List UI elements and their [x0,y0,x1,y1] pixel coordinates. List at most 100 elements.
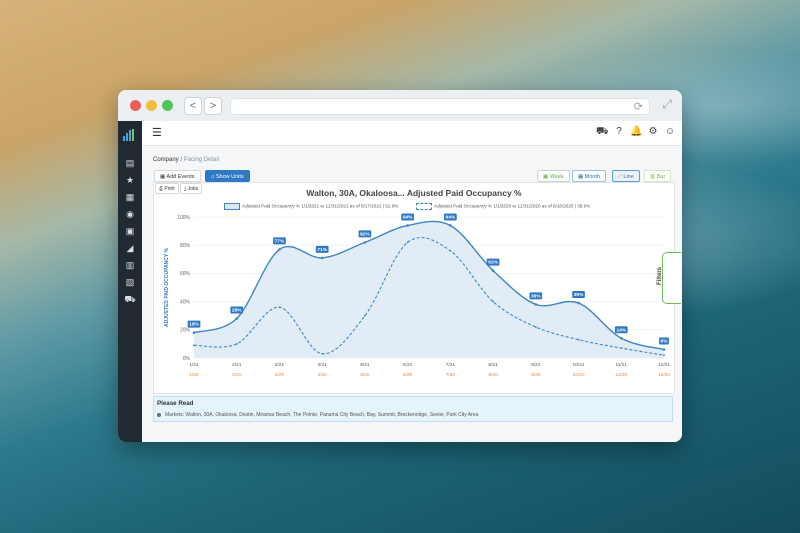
filters-tab[interactable]: Filters [657,252,681,304]
breadcrumb: Company / Pacing Detail [153,157,219,163]
data-point-2021[interactable] [449,224,452,227]
data-label: 6% [661,339,669,345]
url-bar[interactable]: ⟳ [230,98,650,115]
data-point-2021[interactable] [406,224,409,227]
x-tick-label-secondary: 8/20 [488,372,498,378]
data-label: 18% [189,322,199,328]
x-tick-label: 1/21 [189,362,199,368]
data-label: 62% [488,260,498,266]
y-tick-label: 60% [180,271,191,277]
data-point-2021[interactable] [534,303,538,306]
data-point-2021[interactable] [278,248,281,251]
gear-icon[interactable]: ⚙ [647,126,659,137]
user-icon[interactable]: ☺ [664,126,676,137]
bar-chart-button[interactable]: ▥ Bar [644,170,672,182]
data-point-2021[interactable] [577,301,580,305]
reports-icon[interactable]: ▦ [124,191,136,203]
table-icon[interactable]: ▧ [124,276,136,288]
x-tick-label-secondary: 10/20 [573,372,585,378]
chart-panel: ⎙ Print ⤓ Jobs Walton, 30A, Okaloosa... … [153,182,675,394]
data-point-2020[interactable] [235,343,238,345]
back-button[interactable]: < [184,97,202,115]
please-read-title: Please Read [157,400,194,407]
data-point-2021[interactable] [619,336,623,340]
expand-icon[interactable]: ⤢ [662,97,672,112]
data-label: 77% [275,238,285,244]
x-tick-label-secondary: 3/20 [275,372,285,378]
cart-icon[interactable]: ⛟ [124,293,136,305]
close-window-button[interactable] [130,100,141,111]
y-tick-label: 80% [180,243,191,249]
data-point-2020[interactable] [364,314,366,317]
x-tick-label: 4/21 [318,362,328,368]
data-point-2020[interactable] [620,347,623,350]
breadcrumb-company[interactable]: Company [153,157,179,163]
data-point-2021[interactable] [192,331,196,334]
maximize-window-button[interactable] [162,100,173,111]
data-point-2020[interactable] [663,354,665,357]
image-icon[interactable]: ▥ [124,259,136,271]
data-point-2021[interactable] [491,269,495,272]
breadcrumb-current: Pacing Detail [183,157,220,163]
reload-icon[interactable]: ⟳ [634,100,643,113]
sidebar: ▤ ★ ▦ ◉ ▣ ◢ ▥ ▧ ⛟ [118,121,142,442]
x-tick-label: 9/21 [531,362,541,368]
x-tick-label-secondary: 2/20 [232,372,242,378]
minimize-window-button[interactable] [146,100,157,111]
data-point-2020[interactable] [449,249,452,252]
dashboard-icon[interactable]: ▤ [124,157,136,169]
data-label: 39% [574,292,584,298]
y-tick-label: 100% [177,215,190,221]
line-label: Line [623,174,634,180]
calendar-icon[interactable]: ▣ [124,225,136,237]
data-point-2020[interactable] [492,300,494,303]
x-tick-label: 2/21 [232,362,242,368]
megaphone-icon[interactable]: ◢ [124,242,136,254]
x-tick-label: 11/21 [615,362,627,368]
cart-icon[interactable]: ⛟ [596,126,609,139]
occupancy-chart: 0% 20% 40% 60% 80% 100% 18% 28% 77% 71% 82% 94% 94%… [164,213,670,378]
bullet-icon [157,412,161,417]
data-point-2020[interactable] [406,241,409,244]
x-tick-label: 10/21 [573,362,585,368]
week-button[interactable]: ▦ Week [537,170,570,182]
bar-label: Bar [656,174,666,180]
eye-icon[interactable]: ◉ [124,208,136,220]
data-point-2020[interactable] [534,326,537,328]
data-point-2021[interactable] [662,348,666,351]
data-point-2021[interactable] [235,317,239,320]
calendar-icon: ▦ [578,174,585,180]
line-chart-button[interactable]: ⟋ Line [612,170,640,182]
show-units-button[interactable]: ⌂ Show Units [205,170,250,182]
data-point-2020[interactable] [577,338,580,341]
markets-list: Markets: Walton, 30A, Okaloosa, Destin, … [157,412,478,418]
data-point-2021[interactable] [363,241,367,244]
x-tick-label: 6/21 [403,362,413,368]
x-tick-label: 5/21 [360,362,370,368]
data-point-2020[interactable] [278,306,281,309]
x-tick-label-secondary: 4/20 [318,372,328,378]
data-point-2020[interactable] [193,344,195,347]
month-label: Month [584,174,601,180]
x-tick-label: 12/21 [658,362,670,368]
x-tick-label-secondary: 5/20 [360,372,370,378]
y-tick-label: 40% [180,299,191,305]
menu-icon[interactable]: ☰ [152,126,162,139]
data-point-2021[interactable] [320,256,324,260]
help-icon[interactable]: ? [613,126,625,137]
data-label: 28% [232,308,242,314]
bar-chart-icon: ▥ [650,174,657,180]
y-tick-label: 0% [183,356,191,362]
data-point-2020[interactable] [321,352,324,355]
browser-chrome: < > ⟳ ⤢ [118,90,682,122]
series-2021-area [194,221,664,358]
data-label: 71% [317,247,327,253]
x-tick-label-secondary: 11/20 [615,372,627,378]
month-button[interactable]: ▦ Month [572,170,607,182]
calendar-icon: ▦ [543,174,550,180]
forward-button[interactable]: > [204,97,222,115]
logo-icon[interactable] [123,129,137,141]
add-events-button[interactable]: ▦ Add Events [154,170,201,182]
star-icon[interactable]: ★ [124,174,136,186]
bell-icon[interactable]: 🔔 [630,126,642,137]
